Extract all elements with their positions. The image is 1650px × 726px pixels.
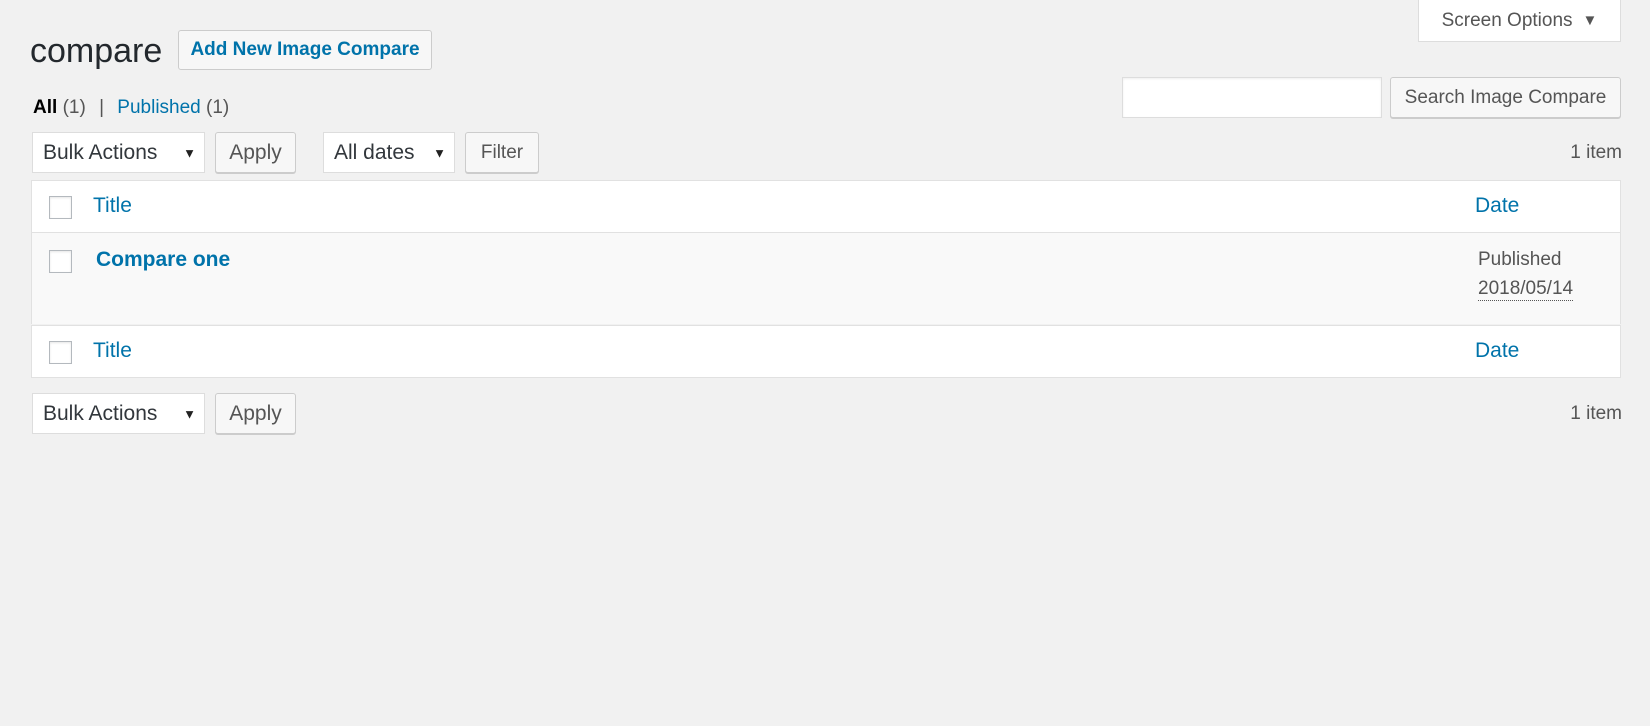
bulk-actions-select-bottom[interactable]: Bulk Actions ▼: [32, 393, 205, 434]
chevron-down-icon: ▼: [183, 145, 196, 160]
column-title-footer[interactable]: Title: [93, 339, 132, 363]
select-all-checkbox-bottom[interactable]: [49, 341, 72, 364]
page-title: compare: [30, 32, 163, 70]
items-count-top: 1 item: [1570, 142, 1622, 163]
row-date-status: Published: [1478, 249, 1562, 270]
triangle-down-icon: ▼: [1582, 12, 1598, 29]
bulk-actions-value: Bulk Actions: [43, 140, 158, 164]
dates-filter-select[interactable]: All dates ▼: [323, 132, 455, 173]
row-checkbox[interactable]: [49, 250, 72, 273]
bulk-actions-select-top[interactable]: Bulk Actions ▼: [32, 132, 205, 173]
search-button[interactable]: Search Image Compare: [1390, 77, 1621, 118]
search-input[interactable]: [1122, 77, 1382, 118]
status-views: All (1) | Published (1): [33, 95, 229, 121]
view-published-link[interactable]: Published: [117, 97, 200, 118]
apply-button-bottom[interactable]: Apply: [215, 393, 296, 434]
table-footer: Title Date: [31, 325, 1621, 378]
row-date-value: 2018/05/14: [1478, 278, 1574, 301]
row-title-link[interactable]: Compare one: [96, 248, 230, 272]
items-count-bottom: 1 item: [1570, 403, 1622, 424]
add-new-button[interactable]: Add New Image Compare: [178, 30, 432, 70]
view-published-count: (1): [206, 97, 230, 118]
chevron-down-icon: ▼: [183, 406, 196, 421]
table-header: Title Date: [31, 180, 1621, 233]
view-all-count: (1): [62, 97, 86, 118]
apply-button-top[interactable]: Apply: [215, 132, 296, 173]
dates-filter-value: All dates: [334, 140, 415, 164]
select-all-checkbox-top[interactable]: [49, 196, 72, 219]
bulk-actions-value: Bulk Actions: [43, 401, 158, 425]
column-date-header[interactable]: Date: [1475, 194, 1519, 218]
table-row: Compare one Published 2018/05/14: [31, 233, 1621, 324]
column-date-footer[interactable]: Date: [1475, 339, 1519, 363]
column-title-header[interactable]: Title: [93, 194, 132, 218]
chevron-down-icon: ▼: [433, 145, 446, 160]
screen-options-button[interactable]: Screen Options ▼: [1418, 0, 1621, 42]
screen-options-label: Screen Options: [1441, 9, 1573, 31]
view-separator: |: [99, 97, 105, 118]
view-all-link[interactable]: All: [33, 97, 57, 118]
filter-button[interactable]: Filter: [465, 132, 539, 173]
